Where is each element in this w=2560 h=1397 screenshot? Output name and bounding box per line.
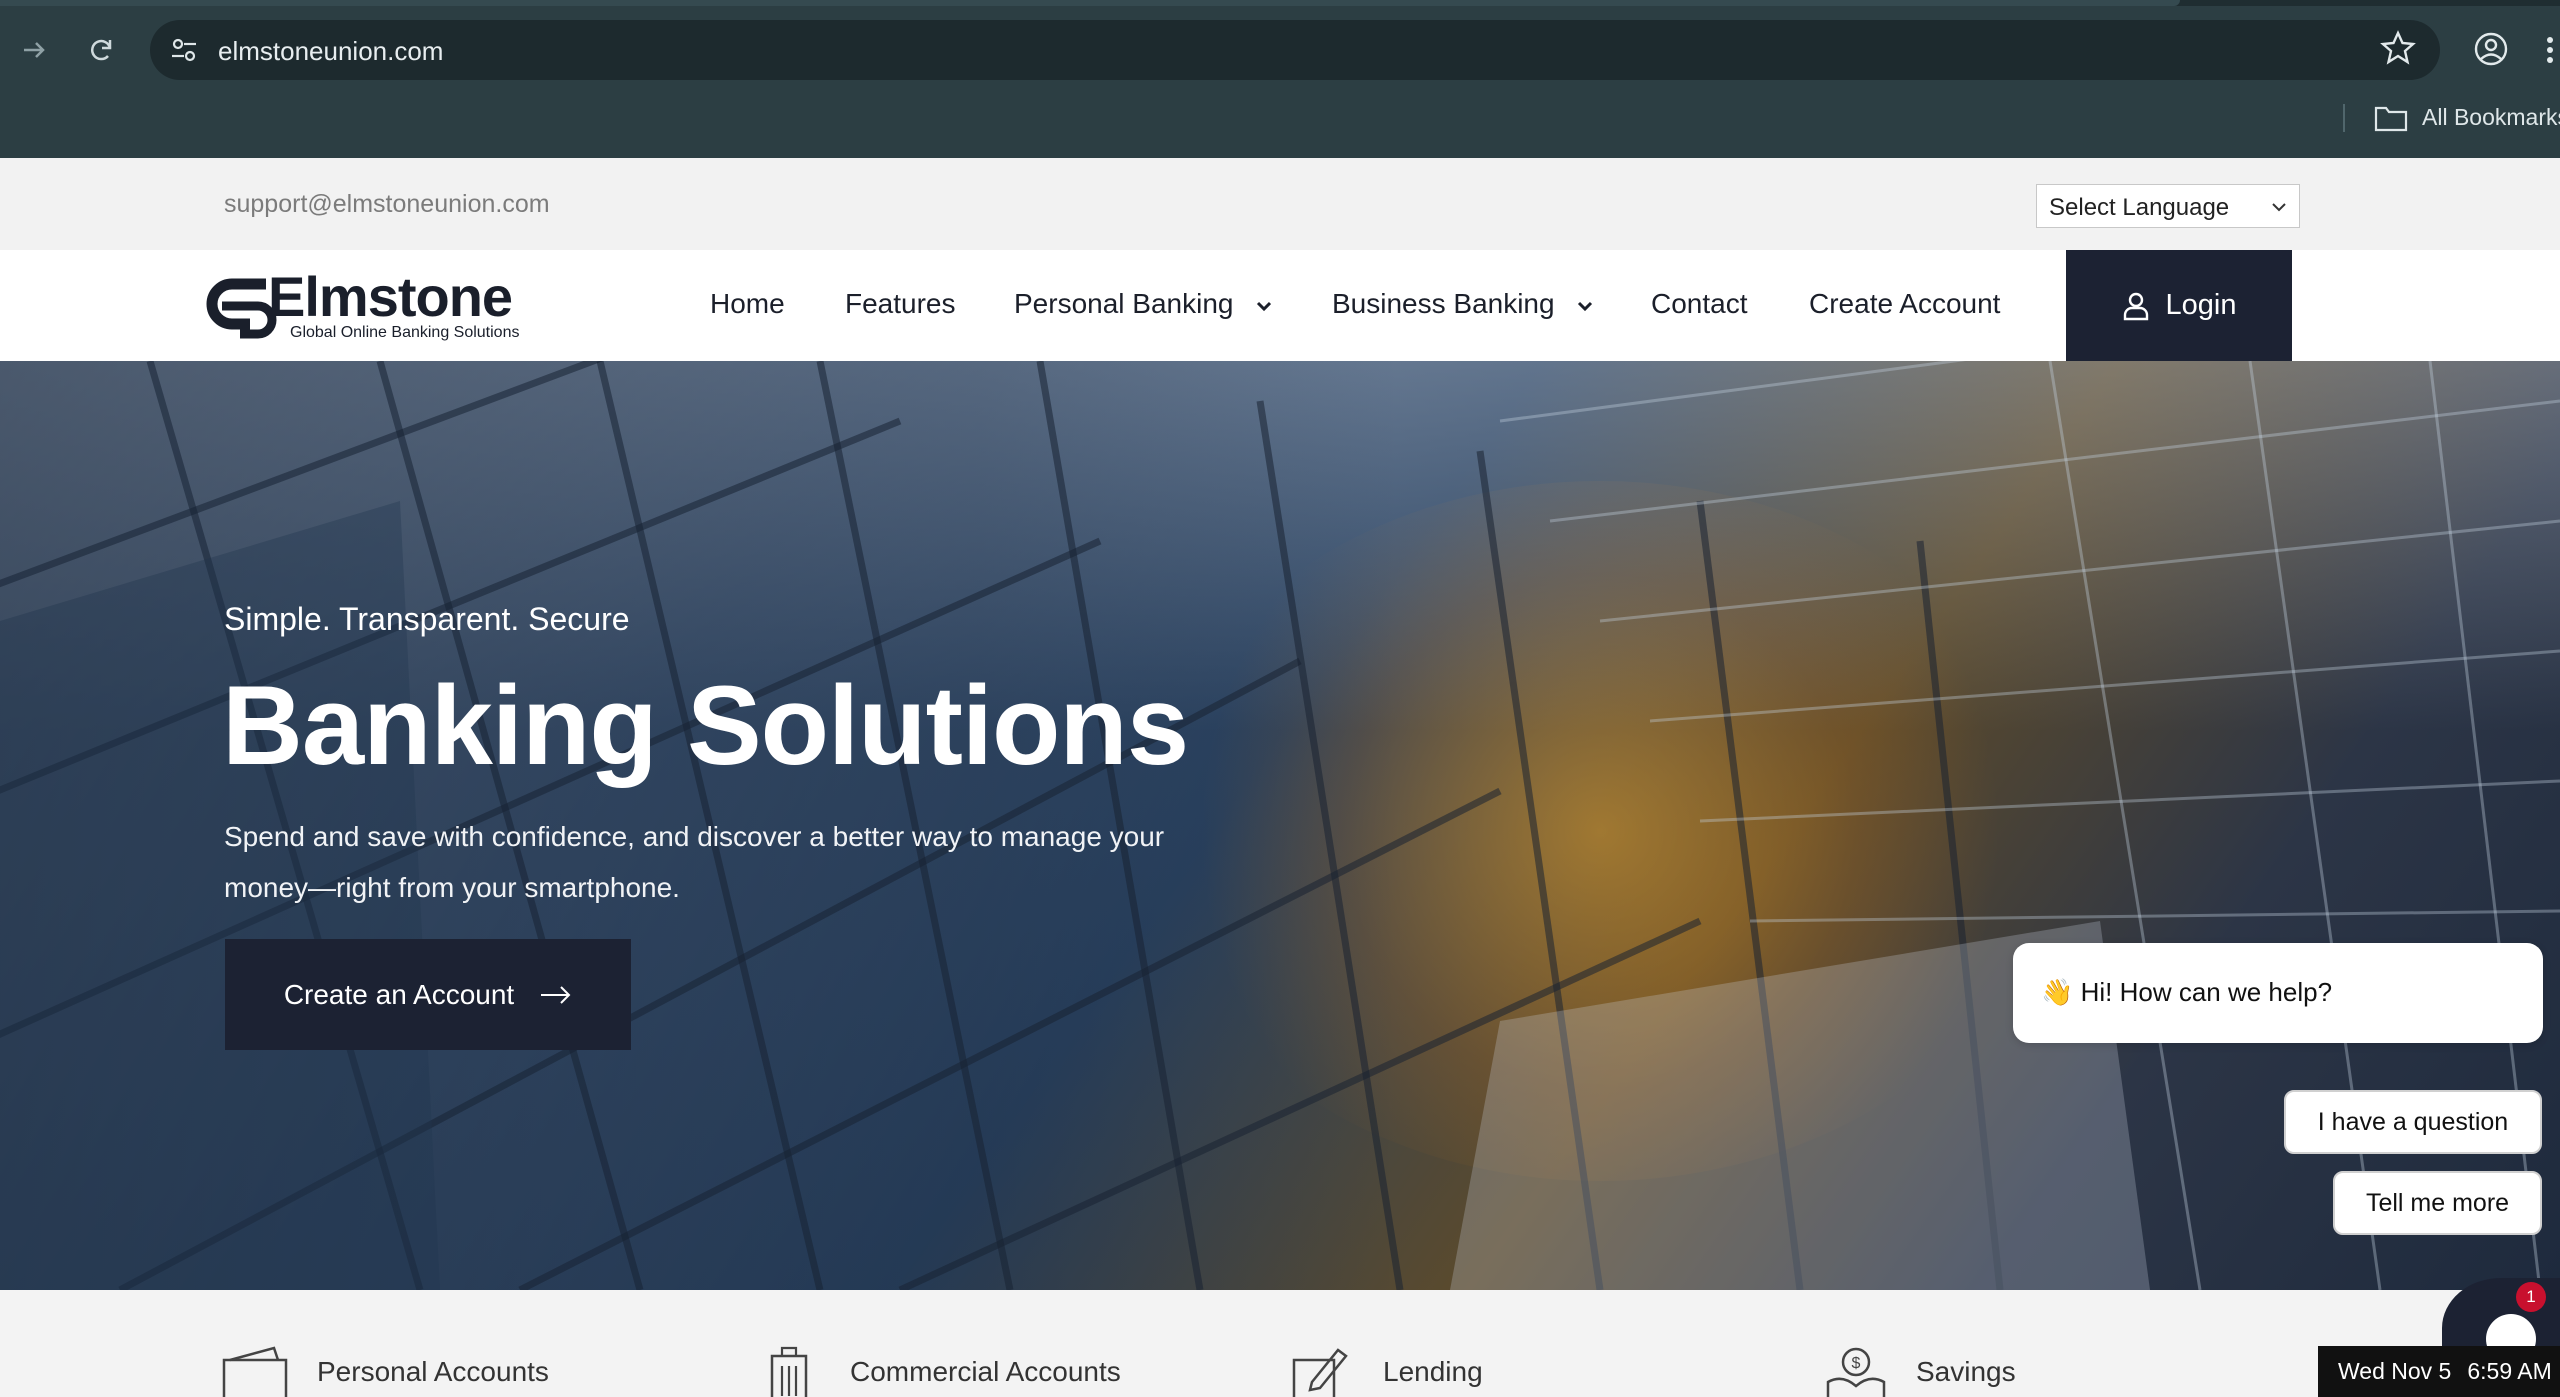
- hero-eyebrow: Simple. Transparent. Secure: [224, 601, 630, 637]
- site-logo[interactable]: Elmstone Global Online Banking Solutions: [204, 265, 534, 346]
- language-select-value: Select Language: [2049, 194, 2230, 221]
- nav-business-banking-label: Business Banking: [1332, 288, 1555, 319]
- bookmarks-separator: [2343, 104, 2345, 132]
- feature-personal-accounts[interactable]: Personal Accounts: [317, 1356, 549, 1388]
- building-icon: [770, 1346, 808, 1397]
- nav-business-banking[interactable]: Business Banking: [1332, 288, 1594, 320]
- logo-tagline: Global Online Banking Solutions: [290, 324, 520, 341]
- language-select[interactable]: Select Language: [2036, 184, 2300, 228]
- bookmark-star-icon[interactable]: [2378, 28, 2418, 68]
- chevron-down-icon: [1578, 301, 1593, 311]
- nav-create-account[interactable]: Create Account: [1809, 288, 2000, 320]
- chevron-down-icon: [1257, 301, 1272, 311]
- folder-icon: [2374, 106, 2408, 132]
- chat-greeting-text: 👋 Hi! How can we help?: [2041, 977, 2333, 1007]
- logo-wordmark: Elmstone: [268, 265, 513, 328]
- nav-features[interactable]: Features: [845, 288, 956, 320]
- forward-button[interactable]: [12, 28, 56, 72]
- create-account-button[interactable]: Create an Account: [225, 939, 631, 1050]
- chat-option-tell-more[interactable]: Tell me more: [2333, 1171, 2542, 1235]
- support-email-link[interactable]: support@elmstoneunion.com: [224, 190, 550, 219]
- system-clock: Wed Nov 5 6:59 AM: [2318, 1346, 2560, 1397]
- svg-text:$: $: [1852, 1355, 1861, 1372]
- clock-date: Wed Nov 5: [2338, 1358, 2452, 1384]
- hero-description: Spend and save with confidence, and disc…: [224, 821, 1165, 903]
- create-account-label: Create an Account: [283, 978, 515, 1010]
- site-settings-icon[interactable]: [168, 34, 200, 66]
- feature-savings[interactable]: Savings: [1916, 1356, 2016, 1388]
- login-button[interactable]: Login: [2066, 250, 2292, 361]
- active-tab-edge: [0, 0, 2180, 6]
- hero-section: Simple. Transparent. Secure Banking Solu…: [0, 361, 2560, 1290]
- feature-commercial-accounts[interactable]: Commercial Accounts: [850, 1356, 1121, 1388]
- nav-personal-banking[interactable]: Personal Banking: [1014, 288, 1273, 320]
- reload-button[interactable]: [80, 28, 124, 72]
- chevron-down-icon: [2272, 203, 2286, 212]
- browser-menu-icon[interactable]: [2540, 30, 2560, 70]
- hero-title: Banking Solutions: [222, 663, 1189, 788]
- reload-icon: [90, 39, 112, 61]
- chat-greeting-bubble[interactable]: 👋 Hi! How can we help?: [2013, 943, 2543, 1043]
- all-bookmarks-link[interactable]: All Bookmarks: [2422, 104, 2560, 131]
- clock-time: 6:59 AM: [2467, 1358, 2552, 1384]
- arrow-right-icon: [24, 42, 45, 58]
- pen-icon: [1292, 1348, 1348, 1397]
- browser-toolbar: elmstoneunion.com All Bookmarks: [0, 0, 2560, 158]
- nav-personal-banking-label: Personal Banking: [1014, 288, 1234, 319]
- user-icon: [2123, 292, 2148, 320]
- chat-unread-badge: 1: [2516, 1282, 2546, 1312]
- money-bag-icon: $: [1826, 1347, 1886, 1397]
- wallet-icon: [222, 1346, 288, 1397]
- profile-icon[interactable]: [2470, 28, 2512, 70]
- site-topbar: support@elmstoneunion.com Select Languag…: [0, 158, 2560, 251]
- chat-option-question[interactable]: I have a question: [2284, 1090, 2542, 1154]
- url-text[interactable]: elmstoneunion.com: [218, 36, 443, 67]
- login-label: Login: [2165, 289, 2237, 321]
- address-bar[interactable]: elmstoneunion.com: [150, 20, 2440, 80]
- main-navigation: Elmstone Global Online Banking Solutions…: [0, 250, 2560, 361]
- nav-contact[interactable]: Contact: [1651, 288, 1748, 320]
- feature-lending[interactable]: Lending: [1383, 1356, 1483, 1388]
- features-strip: Personal Accounts Commercial Accounts Le…: [0, 1290, 2560, 1397]
- arrow-right-icon: [541, 985, 571, 1004]
- nav-home[interactable]: Home: [710, 288, 785, 320]
